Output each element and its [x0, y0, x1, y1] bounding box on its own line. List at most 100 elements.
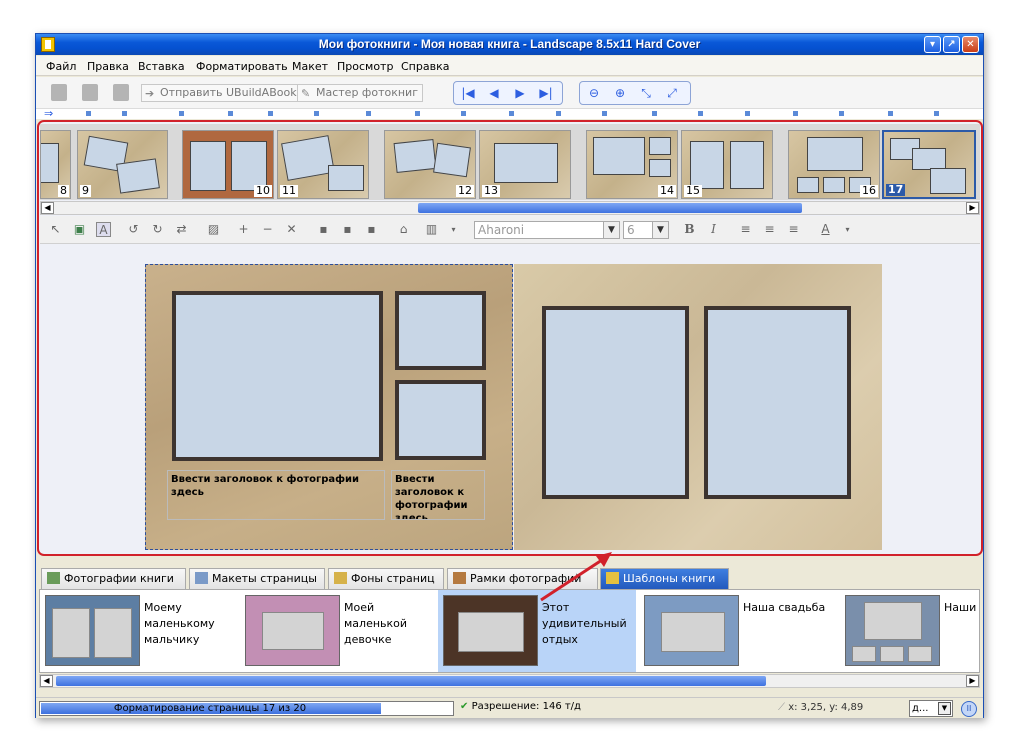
- rotate-right-icon[interactable]: ↻: [150, 222, 165, 237]
- page-thumbnail[interactable]: 11: [277, 130, 369, 199]
- menu-help[interactable]: Справка: [401, 60, 449, 73]
- minimize-button[interactable]: ▾: [924, 36, 941, 53]
- chart-icon[interactable]: ▥: [424, 222, 439, 237]
- shadow-icon[interactable]: ▨: [206, 222, 221, 237]
- menu-bar: Файл Правка Вставка Форматировать Макет …: [36, 56, 983, 76]
- template-label: Наши: [944, 601, 977, 614]
- ruler-mark: [415, 111, 420, 116]
- tab-book-templates[interactable]: Шаблоны книги: [600, 568, 729, 589]
- add-text-icon[interactable]: A: [96, 222, 111, 237]
- font-color-button[interactable]: A: [818, 222, 833, 237]
- new-book-icon[interactable]: [51, 84, 67, 101]
- pause-button[interactable]: II: [961, 701, 977, 717]
- wizard-label: Мастер фотокниг: [316, 86, 418, 99]
- template-item[interactable]: Наша свадьба: [639, 590, 837, 672]
- align-left-icon[interactable]: ≡: [738, 222, 753, 237]
- tab-photo-frames[interactable]: Рамки фотографий: [447, 568, 598, 589]
- crop-icon[interactable]: ✕: [284, 222, 299, 237]
- zoom-in-icon[interactable]: ⊕: [611, 85, 629, 101]
- fullscreen-icon[interactable]: ⤢: [663, 85, 681, 101]
- photo-placeholder[interactable]: [542, 306, 689, 499]
- page-number: 14: [658, 184, 676, 197]
- page-thumbnail[interactable]: 16: [788, 130, 880, 199]
- scroll-left-icon[interactable]: ◀: [41, 202, 54, 214]
- scroll-right-icon[interactable]: ▶: [966, 202, 979, 214]
- save-icon[interactable]: [113, 84, 129, 101]
- align-right-icon[interactable]: ≡: [786, 222, 801, 237]
- first-page-icon[interactable]: |◀: [459, 85, 477, 101]
- page-thumbnail[interactable]: 8: [40, 130, 71, 199]
- frames-icon: [453, 572, 466, 584]
- image-front-icon[interactable]: ▪: [316, 222, 331, 237]
- page-thumbnail[interactable]: 13: [479, 130, 571, 199]
- template-item[interactable]: Наши: [840, 590, 979, 672]
- page-thumbnail-selected[interactable]: 17: [882, 130, 976, 199]
- menu-insert[interactable]: Вставка: [138, 60, 185, 73]
- open-book-icon[interactable]: [82, 84, 98, 101]
- menu-format[interactable]: Форматировать: [196, 60, 288, 73]
- template-item[interactable]: Моей маленькой девочке: [240, 590, 438, 672]
- font-select[interactable]: Aharoni ▼: [474, 221, 620, 239]
- maximize-button[interactable]: ↗: [943, 36, 960, 53]
- photo-placeholder[interactable]: [704, 306, 851, 499]
- prev-page-icon[interactable]: ◀: [485, 85, 503, 101]
- page-thumbnail[interactable]: 10: [182, 130, 274, 199]
- image-fit-icon[interactable]: ▪: [364, 222, 379, 237]
- menu-edit[interactable]: Правка: [87, 60, 129, 73]
- zoom-group: ⊖ ⊕ ⤡ ⤢: [579, 81, 691, 105]
- font-size-value: 6: [627, 223, 635, 237]
- page-thumbnail[interactable]: 15: [681, 130, 773, 199]
- italic-button[interactable]: I: [706, 222, 721, 237]
- photo-caption[interactable]: Ввести заголовок к фотографии здесь: [391, 470, 485, 520]
- image-back-icon[interactable]: ▪: [340, 222, 355, 237]
- page-thumbnail[interactable]: 12: [384, 130, 476, 199]
- right-page[interactable]: [514, 264, 882, 550]
- clipart-icon[interactable]: ⌂: [396, 222, 411, 237]
- menu-view[interactable]: Просмотр: [337, 60, 393, 73]
- unit-dropdown-icon[interactable]: ▼: [938, 702, 951, 715]
- scroll-left-icon[interactable]: ◀: [40, 675, 53, 687]
- chart-dropdown-icon[interactable]: ▾: [446, 222, 461, 237]
- zoom-out-icon[interactable]: ⊖: [585, 85, 603, 101]
- add-photo-icon[interactable]: ▣: [72, 222, 87, 237]
- font-color-dropdown-icon[interactable]: ▾: [840, 222, 855, 237]
- tab-page-layouts[interactable]: Макеты страницы: [189, 568, 325, 589]
- photo-placeholder[interactable]: [395, 291, 486, 370]
- zoom-in-photo-icon[interactable]: +: [236, 222, 251, 237]
- fit-icon[interactable]: ⤡: [637, 85, 655, 101]
- scrollbar-thumb[interactable]: [418, 203, 802, 213]
- next-page-icon[interactable]: ▶: [511, 85, 529, 101]
- close-button[interactable]: ✕: [962, 36, 979, 53]
- tab-page-backgrounds[interactable]: Фоны страниц: [328, 568, 444, 589]
- scrollbar-thumb[interactable]: [56, 676, 766, 686]
- menu-file[interactable]: Файл: [46, 60, 76, 73]
- edit-toolbar: ↖ ▣ A ↺ ↻ ⇄ ▨ + − ✕ ▪ ▪ ▪ ⌂ ▥ ▾ Aharoni ▼…: [40, 216, 980, 244]
- zoom-out-photo-icon[interactable]: −: [260, 222, 275, 237]
- font-size-select[interactable]: 6 ▼: [623, 221, 669, 239]
- font-size-dropdown-icon[interactable]: ▼: [652, 222, 668, 238]
- wizard-button[interactable]: ✎ Мастер фотокниг: [297, 84, 423, 102]
- bold-button[interactable]: B: [682, 222, 697, 237]
- font-dropdown-icon[interactable]: ▼: [603, 222, 619, 238]
- title-bar[interactable]: Мои фотокниги - Моя новая книга - Landsc…: [36, 34, 983, 55]
- templates-scrollbar[interactable]: ◀ ▶: [39, 674, 980, 688]
- template-item-selected[interactable]: Этот удивительный отдых: [438, 590, 636, 672]
- photo-placeholder[interactable]: [172, 291, 383, 461]
- last-page-icon[interactable]: ▶|: [537, 85, 555, 101]
- filmstrip-scrollbar[interactable]: ◀ ▶: [40, 201, 980, 215]
- menu-layout[interactable]: Макет: [292, 60, 328, 73]
- template-item[interactable]: Моему маленькому мальчику: [40, 590, 238, 672]
- left-page[interactable]: Ввести заголовок к фотографии здесь Ввес…: [145, 264, 513, 550]
- scroll-right-icon[interactable]: ▶: [966, 675, 979, 687]
- photo-caption[interactable]: Ввести заголовок к фотографии здесь: [167, 470, 385, 520]
- photo-placeholder[interactable]: [395, 380, 486, 460]
- page-thumbnail[interactable]: 9: [77, 130, 168, 199]
- swap-icon[interactable]: ⇄: [174, 222, 189, 237]
- rotate-left-icon[interactable]: ↺: [126, 222, 141, 237]
- send-button[interactable]: ➔ Отправить UBuildABook: [141, 84, 302, 102]
- page-thumbnail[interactable]: 14: [586, 130, 678, 199]
- pointer-icon[interactable]: ↖: [48, 222, 63, 237]
- align-center-icon[interactable]: ≡: [762, 222, 777, 237]
- unit-select[interactable]: д... ▼: [909, 700, 953, 717]
- tab-book-photos[interactable]: Фотографии книги: [41, 568, 186, 589]
